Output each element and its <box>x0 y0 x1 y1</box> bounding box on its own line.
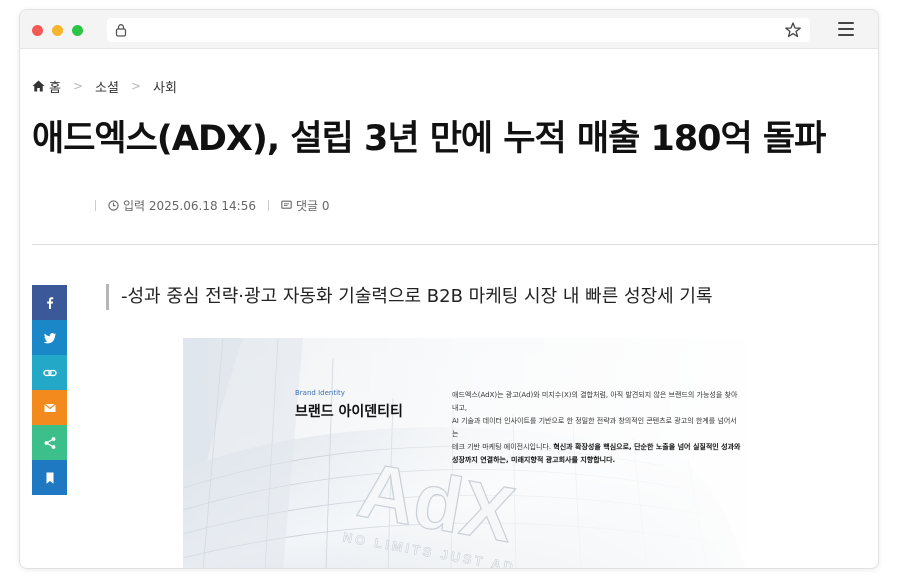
meta-divider <box>268 200 269 211</box>
close-window-button[interactable] <box>32 25 43 36</box>
article-headline: 애드엑스(ADX), 설립 3년 만에 누적 매출 180억 돌파 <box>32 119 826 159</box>
article-meta: 입력 2025.06.18 14:56 댓글 0 <box>95 197 330 214</box>
chevron-right-icon: > <box>72 79 84 93</box>
bookmark-icon <box>46 472 53 484</box>
twitter-share-button[interactable] <box>32 320 67 355</box>
share-bar <box>32 285 67 495</box>
facebook-share-button[interactable] <box>32 285 67 320</box>
address-bar[interactable] <box>107 18 810 42</box>
figure-title: 브랜드 아이덴티티 <box>295 404 403 420</box>
browser-toolbar <box>20 10 878 49</box>
lock-icon <box>115 24 127 37</box>
share-icon <box>44 436 55 449</box>
published-date: 입력 2025.06.18 14:56 <box>123 199 256 213</box>
figure-description: 애드엑스(AdX)는 광고(Ad)와 미지수(X)의 결합처럼, 아직 발견되지… <box>452 391 741 464</box>
breadcrumb-social[interactable]: 소셜 <box>95 77 119 96</box>
email-share-button[interactable] <box>32 390 67 425</box>
maximize-window-button[interactable] <box>72 25 83 36</box>
article-subheadline: -성과 중심 전략·광고 자동화 기술력으로 B2B 마케팅 시장 내 빠른 성… <box>106 284 713 310</box>
figure-tag: Brand Identity <box>295 389 345 397</box>
article-image: AdX NO LIMITS JUST AD Brand Identity 브랜드… <box>183 338 746 568</box>
more-share-button[interactable] <box>32 425 67 460</box>
home-icon[interactable] <box>32 80 45 92</box>
envelope-icon <box>43 403 56 412</box>
breadcrumb: 홈 > 소셜 > 사회 <box>32 77 177 96</box>
minimize-window-button[interactable] <box>52 25 63 36</box>
header-divider <box>32 244 878 245</box>
link-icon <box>42 369 57 376</box>
comment-icon <box>281 200 292 209</box>
page-content: 홈 > 소셜 > 사회 애드엑스(ADX), 설립 3년 만에 누적 매출 18… <box>20 50 878 568</box>
browser-window: 홈 > 소셜 > 사회 애드엑스(ADX), 설립 3년 만에 누적 매출 18… <box>19 9 879 569</box>
bookmark-star-icon[interactable] <box>784 21 802 39</box>
twitter-icon <box>43 332 56 343</box>
hamburger-menu-icon[interactable] <box>838 22 854 36</box>
breadcrumb-society[interactable]: 사회 <box>153 77 177 96</box>
comment-count[interactable]: 댓글 0 <box>296 197 330 214</box>
bookmark-button[interactable] <box>32 460 67 495</box>
clock-icon <box>108 200 119 211</box>
facebook-icon <box>46 296 53 309</box>
copy-link-button[interactable] <box>32 355 67 390</box>
breadcrumb-home[interactable]: 홈 <box>49 77 61 96</box>
chevron-right-icon: > <box>130 79 142 93</box>
meta-divider <box>95 200 96 211</box>
